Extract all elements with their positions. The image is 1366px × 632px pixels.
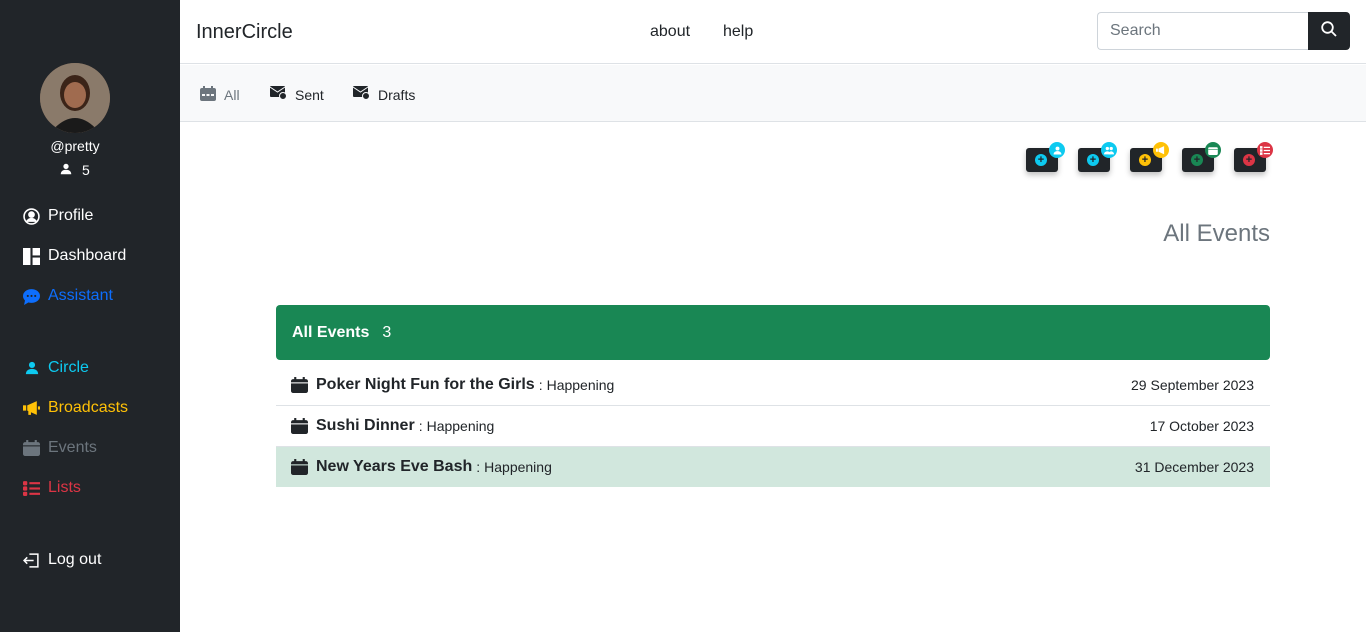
filter-drafts-label: Drafts bbox=[378, 86, 416, 103]
sidebar-item-label: Dashboard bbox=[48, 247, 127, 264]
sidebar: @pretty 5 Profile Dashboard Assistant Ci… bbox=[0, 0, 180, 632]
event-status: Happening bbox=[426, 418, 495, 434]
sidebar-item-lists[interactable]: Lists bbox=[23, 479, 81, 497]
event-row[interactable]: New Years Eve Bash : Happening 31 Decemb… bbox=[276, 447, 1270, 487]
event-row[interactable]: Poker Night Fun for the Girls : Happenin… bbox=[276, 365, 1270, 406]
logout-icon bbox=[23, 552, 40, 569]
sidebar-item-events[interactable]: Events bbox=[23, 439, 97, 457]
plus-icon: + bbox=[1087, 154, 1099, 166]
plus-icon: + bbox=[1139, 154, 1151, 166]
page-title: All Events bbox=[1163, 220, 1270, 247]
sidebar-item-label: Profile bbox=[48, 207, 94, 224]
calendar-icon bbox=[291, 458, 308, 476]
sidebar-item-label: Log out bbox=[48, 551, 102, 568]
sidebar-item-circle[interactable]: Circle bbox=[23, 359, 89, 377]
calendar-icon bbox=[291, 376, 308, 394]
dashboard-icon bbox=[23, 247, 40, 265]
sidebar-item-label: Assistant bbox=[48, 287, 113, 304]
event-name: Sushi Dinner bbox=[316, 417, 415, 434]
filter-sent-label: Sent bbox=[295, 86, 324, 103]
sidebar-item-label: Circle bbox=[48, 359, 89, 376]
logout-button[interactable]: Log out bbox=[23, 551, 101, 569]
calendar-icon bbox=[200, 86, 216, 104]
person-icon bbox=[23, 360, 40, 377]
megaphone-icon bbox=[23, 400, 40, 417]
search-button[interactable] bbox=[1308, 12, 1350, 50]
chat-icon bbox=[23, 288, 40, 305]
events-list-header: All Events 3 bbox=[276, 305, 1270, 360]
envelope-draft-icon bbox=[352, 86, 370, 103]
filter-sent[interactable]: Sent bbox=[269, 86, 324, 103]
sidebar-item-label: Lists bbox=[48, 479, 81, 496]
add-person-button[interactable]: + bbox=[1026, 142, 1065, 172]
sidebar-item-label: Broadcasts bbox=[48, 399, 129, 416]
add-group-button[interactable]: + bbox=[1078, 142, 1117, 172]
envelope-check-icon bbox=[269, 86, 287, 103]
help-link[interactable]: help bbox=[723, 23, 753, 41]
add-event-button[interactable]: + bbox=[1182, 142, 1221, 172]
add-list-icon bbox=[1257, 142, 1273, 158]
plus-icon: + bbox=[1243, 154, 1255, 166]
event-date: 17 October 2023 bbox=[1149, 418, 1254, 434]
event-date: 29 September 2023 bbox=[1131, 377, 1254, 393]
sidebar-item-profile[interactable]: Profile bbox=[23, 207, 93, 225]
username: @pretty bbox=[50, 138, 100, 154]
add-event-icon bbox=[1205, 142, 1221, 158]
event-separator: : bbox=[418, 418, 423, 434]
list-icon bbox=[23, 480, 40, 497]
person-icon bbox=[60, 162, 72, 178]
sidebar-item-dashboard[interactable]: Dashboard bbox=[23, 247, 126, 265]
sidebar-item-label: Events bbox=[48, 439, 97, 456]
event-separator: : bbox=[538, 377, 543, 393]
event-row[interactable]: Sushi Dinner : Happening 17 October 2023 bbox=[276, 406, 1270, 447]
search-input[interactable] bbox=[1097, 12, 1309, 50]
user-circle-icon bbox=[23, 207, 40, 225]
events-list-title: All Events bbox=[292, 323, 370, 341]
circle-count-value: 5 bbox=[82, 162, 90, 178]
add-person-icon bbox=[1049, 142, 1065, 158]
event-status: Happening bbox=[484, 459, 552, 475]
circle-count: 5 bbox=[60, 162, 90, 178]
add-broadcast-button[interactable]: + bbox=[1130, 142, 1169, 172]
event-status: Happening bbox=[546, 377, 615, 393]
avatar[interactable] bbox=[40, 63, 110, 133]
add-list-button[interactable]: + bbox=[1234, 142, 1273, 172]
filter-all-label: All bbox=[224, 87, 240, 103]
brand-logo[interactable]: InnerCircle bbox=[196, 21, 293, 44]
event-name: New Years Eve Bash bbox=[316, 458, 473, 475]
sidebar-item-broadcasts[interactable]: Broadcasts bbox=[23, 399, 128, 417]
filter-all[interactable]: All bbox=[200, 86, 240, 104]
about-link[interactable]: about bbox=[650, 23, 690, 41]
add-broadcast-icon bbox=[1153, 142, 1169, 158]
top-navbar: InnerCircle about help bbox=[180, 0, 1366, 64]
event-date: 31 December 2023 bbox=[1134, 459, 1254, 475]
sidebar-item-assistant[interactable]: Assistant bbox=[23, 287, 113, 305]
plus-icon: + bbox=[1191, 154, 1203, 166]
filter-drafts[interactable]: Drafts bbox=[352, 86, 416, 103]
calendar-icon bbox=[23, 440, 40, 457]
event-name: Poker Night Fun for the Girls bbox=[316, 376, 535, 393]
calendar-icon bbox=[291, 417, 308, 435]
search-icon bbox=[1321, 20, 1337, 42]
event-separator: : bbox=[476, 459, 481, 475]
events-count-badge: 3 bbox=[382, 323, 392, 341]
add-group-icon bbox=[1101, 142, 1117, 158]
plus-icon: + bbox=[1035, 154, 1047, 166]
event-filter-bar: All Sent Drafts bbox=[180, 65, 1366, 122]
